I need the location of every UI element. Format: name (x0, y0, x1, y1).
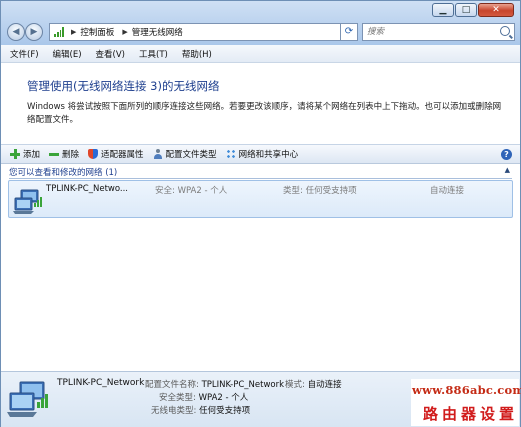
help-icon[interactable]: ? (501, 148, 512, 160)
network-mode: 自动连接 (430, 186, 465, 196)
detail-mode-value: 自动连接 (307, 380, 342, 390)
network-type: 类型: 任何受支持项 (283, 186, 357, 196)
back-button[interactable]: ◀ (7, 23, 25, 41)
title-bar: ▁ □ ✕ ◀ ▶ ▶ 控制面板 ▶ 管理无线网络 ▼ ⟳ (1, 1, 520, 45)
remove-button[interactable]: 删除 (49, 148, 79, 160)
page-title: 管理使用(无线网络连接 3)的无线网络 (27, 79, 220, 93)
detail-profile-label: 配置文件名称: (145, 380, 199, 390)
network-signal-icon (54, 27, 64, 37)
detail-profile: 配置文件名称: TPLINK-PC_Network (145, 378, 284, 390)
breadcrumb-manage-wireless[interactable]: 管理无线网络 (132, 26, 183, 38)
search-icon[interactable] (500, 26, 510, 36)
detail-radio: 无线电类型: 任何受支持项 (151, 404, 250, 416)
network-group-header[interactable]: 您可以查看和修改的网络 (1) ▲ (9, 166, 512, 179)
network-icon (225, 149, 236, 159)
network-name: TPLINK-PC_Netwo... (46, 184, 129, 194)
detail-network-name: TPLINK-PC_Network (57, 378, 145, 388)
network-sharing-center-label: 网络和共享中心 (238, 150, 299, 160)
menu-file[interactable]: 文件(F) (10, 48, 39, 60)
detail-radio-label: 无线电类型: (151, 406, 197, 416)
breadcrumb-separator-icon: ▶ (122, 28, 128, 36)
refresh-icon: ⟳ (344, 26, 354, 37)
watermark-url: www.886abc.com (412, 383, 521, 397)
search-input[interactable] (367, 26, 492, 38)
maximize-button[interactable]: □ (455, 3, 477, 17)
remove-label: 删除 (62, 150, 80, 160)
minimize-button[interactable]: ▁ (432, 3, 454, 17)
user-icon (153, 149, 163, 159)
profile-types-button[interactable]: 配置文件类型 (153, 148, 217, 160)
detail-mode-label: 模式: (285, 380, 305, 390)
address-bar[interactable]: ▶ 控制面板 ▶ 管理无线网络 ▼ (49, 23, 355, 41)
search-box[interactable] (362, 23, 515, 41)
network-sharing-center-button[interactable]: 网络和共享中心 (225, 148, 299, 160)
group-title: 您可以查看和修改的网络 (1) (9, 168, 118, 178)
plus-icon (10, 149, 20, 159)
detail-radio-value: 任何受支持项 (199, 406, 251, 416)
profile-types-label: 配置文件类型 (165, 150, 217, 160)
forward-button[interactable]: ▶ (25, 23, 43, 41)
detail-security-label: 安全类型: (159, 393, 196, 403)
window-controls: ▁ □ ✕ (431, 3, 514, 17)
adapter-properties-label: 适配器属性 (101, 150, 144, 160)
adapter-properties-button[interactable]: 适配器属性 (88, 148, 144, 160)
detail-profile-value: TPLINK-PC_Network (201, 380, 285, 390)
watermark-text: 路由器设置 (423, 405, 519, 423)
wireless-computer-icon (13, 189, 42, 214)
wireless-computer-icon (7, 381, 48, 417)
menu-help[interactable]: 帮助(H) (182, 48, 212, 60)
detail-security-value: WPA2 - 个人 (198, 393, 249, 403)
page-description: Windows 将尝试按照下面所列的顺序连接这些网络。若要更改该顺序，请将某个网… (27, 102, 502, 125)
detail-security: 安全类型: WPA2 - 个人 (159, 391, 248, 403)
chevron-up-icon[interactable]: ▲ (505, 166, 510, 174)
menu-bar: 文件(F) 编辑(E) 查看(V) 工具(T) 帮助(H) (1, 45, 520, 63)
add-button[interactable]: 添加 (10, 148, 40, 160)
menu-tools[interactable]: 工具(T) (139, 48, 168, 60)
breadcrumb-separator-icon: ▶ (71, 28, 77, 36)
network-row[interactable]: TPLINK-PC_Netwo... 安全: WPA2 - 个人 类型: 任何受… (8, 180, 513, 218)
refresh-button[interactable]: ⟳ (340, 23, 358, 41)
menu-view[interactable]: 查看(V) (96, 48, 125, 60)
minus-icon (49, 149, 60, 159)
breadcrumb-control-panel[interactable]: 控制面板 (80, 26, 114, 38)
close-button[interactable]: ✕ (478, 3, 514, 17)
detail-mode: 模式: 自动连接 (285, 378, 342, 390)
window: ▁ □ ✕ ◀ ▶ ▶ 控制面板 ▶ 管理无线网络 ▼ ⟳ 文件(F) 编辑(E… (0, 0, 521, 427)
network-security: 安全: WPA2 - 个人 (155, 186, 228, 196)
menu-edit[interactable]: 编辑(E) (53, 48, 82, 60)
watermark: www.886abc.com 路由器设置 (411, 379, 521, 426)
forward-arrow-icon: ▶ (30, 27, 38, 37)
command-bar: 添加 删除 适配器属性 配置文件类型 网络和共享中心 ? (1, 144, 520, 164)
back-arrow-icon: ◀ (12, 27, 20, 37)
add-label: 添加 (23, 150, 41, 160)
shield-icon (88, 149, 99, 159)
